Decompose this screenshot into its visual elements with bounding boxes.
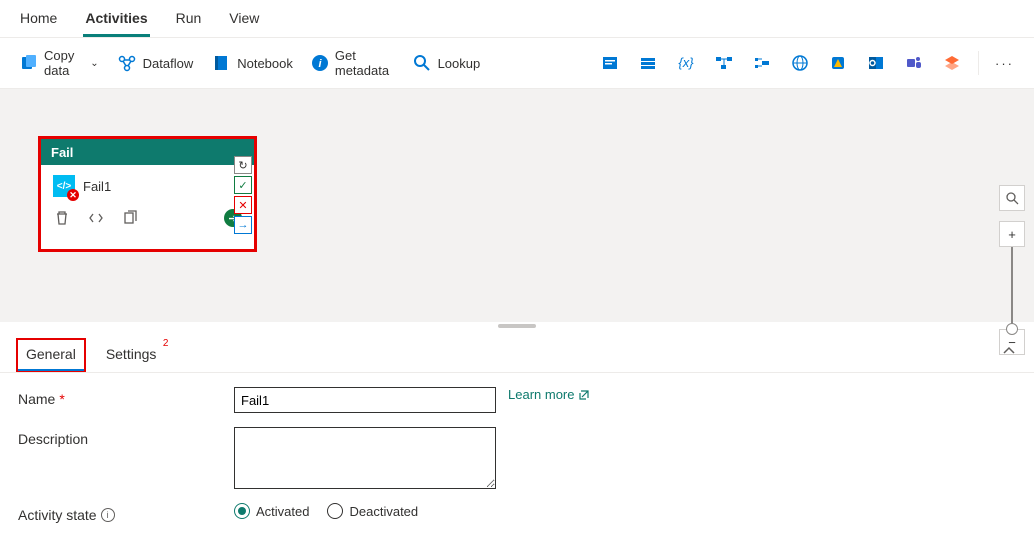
lookup-button[interactable]: Lookup	[404, 49, 489, 77]
notebook-button[interactable]: Notebook	[203, 49, 301, 77]
radio-deactivated[interactable]: Deactivated	[327, 503, 418, 519]
on-completion-connector[interactable]: →	[234, 216, 252, 234]
databricks-button[interactable]	[934, 49, 970, 77]
splitter-handle	[498, 324, 536, 328]
lookup-label: Lookup	[438, 56, 481, 71]
chevron-down-icon: ⌄	[90, 58, 98, 69]
variable-button[interactable]: {x}	[668, 49, 704, 77]
sql-button[interactable]	[630, 49, 666, 77]
main-tabs: Home Activities Run View	[0, 0, 1034, 38]
notebook-label: Notebook	[237, 56, 293, 71]
info-icon[interactable]: i	[101, 508, 115, 522]
code-icon[interactable]	[87, 209, 105, 227]
radio-deactivated-label: Deactivated	[349, 504, 418, 519]
search-icon	[412, 53, 432, 73]
outlook-icon	[866, 53, 886, 73]
pipeline-button[interactable]	[706, 49, 742, 77]
description-label: Description	[18, 427, 234, 447]
info-icon: i	[311, 53, 329, 73]
learn-more-link[interactable]: Learn more	[508, 387, 590, 402]
dataflow-button[interactable]: Dataflow	[109, 49, 202, 77]
dataflow-label: Dataflow	[143, 56, 194, 71]
activity-name-label: Fail1	[83, 179, 111, 194]
teams-button[interactable]	[896, 49, 932, 77]
general-form: Name* Learn more Description Activity st…	[0, 373, 1034, 551]
pipeline-canvas[interactable]: Fail </> Fail1 ➔ ↻ ✓ ✕ → +	[0, 89, 1034, 322]
svg-text:{x}: {x}	[679, 55, 695, 70]
web-button[interactable]	[782, 49, 818, 77]
activity-type-label: Fail	[41, 139, 254, 165]
zoom-in-button[interactable]: +	[999, 221, 1025, 247]
on-skip-connector[interactable]: ↻	[234, 156, 252, 174]
fail-activity-icon: </>	[53, 175, 75, 197]
script-button[interactable]	[592, 49, 628, 77]
panel-splitter[interactable]	[0, 322, 1034, 330]
zoom-slider[interactable]	[1011, 247, 1013, 329]
tab-settings[interactable]: Settings 2	[98, 340, 165, 370]
copy-data-button[interactable]: Copy data ⌄	[12, 44, 107, 82]
foreach-icon	[752, 53, 772, 73]
teams-icon	[904, 53, 924, 73]
delete-icon[interactable]	[53, 209, 71, 227]
copy-icon[interactable]	[121, 209, 139, 227]
external-link-icon	[578, 389, 590, 401]
activity-connectors: ↻ ✓ ✕ →	[234, 156, 254, 234]
foreach-button[interactable]	[744, 49, 780, 77]
description-input[interactable]	[234, 427, 496, 489]
tab-general[interactable]: General	[16, 338, 86, 372]
activity-state-label: Activity state i	[18, 503, 234, 523]
name-input[interactable]	[234, 387, 496, 413]
sql-icon	[638, 53, 658, 73]
azure-icon	[828, 53, 848, 73]
get-metadata-button[interactable]: i Get metadata	[303, 44, 402, 82]
copy-data-icon	[20, 53, 38, 73]
get-metadata-label: Get metadata	[335, 48, 394, 78]
activities-toolbar: Copy data ⌄ Dataflow Notebook i Get meta…	[0, 38, 1034, 89]
toolbar-separator	[978, 51, 979, 75]
settings-error-badge: 2	[163, 338, 169, 349]
script-icon	[600, 53, 620, 73]
tab-run[interactable]: Run	[174, 6, 204, 37]
layers-icon	[942, 53, 962, 73]
activity-state-group: Activated Deactivated	[234, 503, 418, 519]
activity-fail-card[interactable]: Fail </> Fail1 ➔	[38, 136, 257, 252]
tab-settings-label: Settings	[106, 346, 157, 362]
on-fail-connector[interactable]: ✕	[234, 196, 252, 214]
canvas-search-button[interactable]	[999, 185, 1025, 211]
radio-activated-label: Activated	[256, 504, 309, 519]
ellipsis-icon: ···	[995, 56, 1014, 71]
name-label: Name*	[18, 387, 234, 407]
copy-data-label: Copy data	[44, 48, 84, 78]
dataflow-icon	[117, 53, 137, 73]
radio-activated[interactable]: Activated	[234, 503, 309, 519]
on-success-connector[interactable]: ✓	[234, 176, 252, 194]
more-button[interactable]: ···	[987, 52, 1022, 75]
outlook-button[interactable]	[858, 49, 894, 77]
properties-tabs: General Settings 2	[0, 330, 1034, 373]
globe-icon	[790, 53, 810, 73]
tab-activities[interactable]: Activities	[83, 6, 149, 37]
collapse-panel-icon[interactable]	[1002, 344, 1016, 358]
pipeline-icon	[714, 53, 734, 73]
azure-button[interactable]	[820, 49, 856, 77]
tab-home[interactable]: Home	[18, 6, 59, 37]
variable-icon: {x}	[676, 53, 696, 73]
tab-view[interactable]: View	[227, 6, 261, 37]
notebook-icon	[211, 53, 231, 73]
